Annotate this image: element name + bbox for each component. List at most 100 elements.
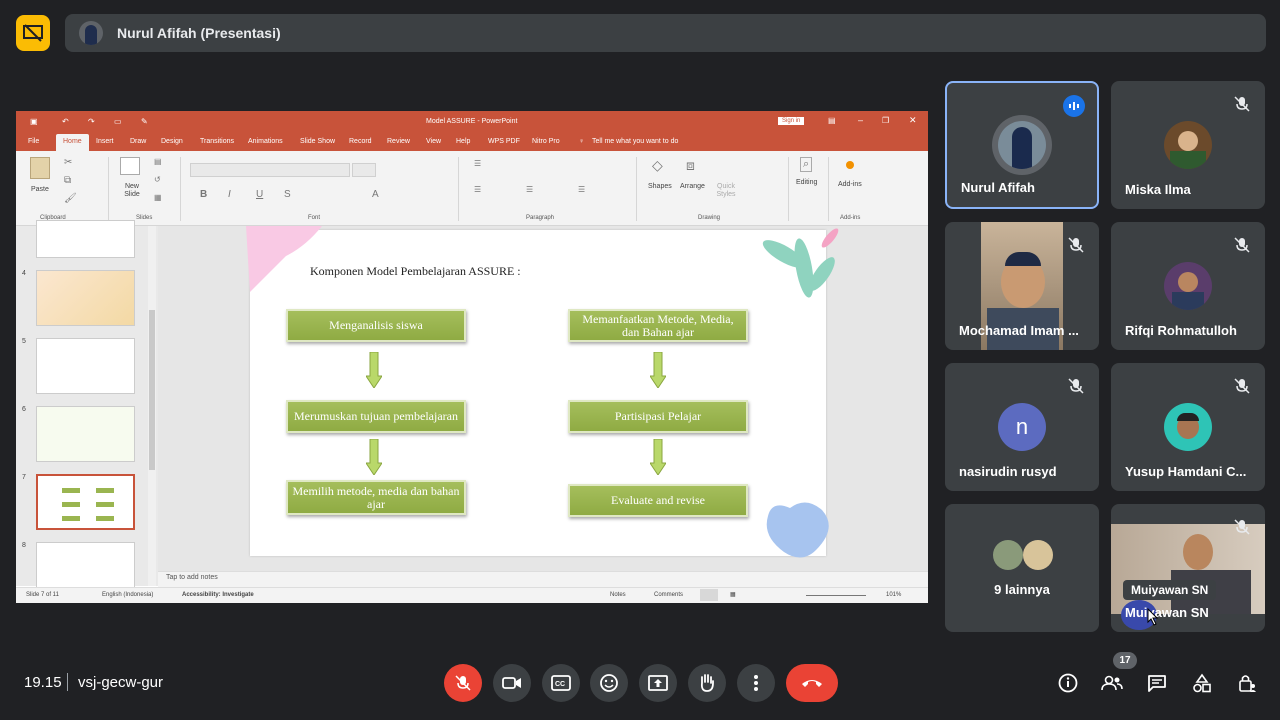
host-controls-button[interactable] [1234, 670, 1260, 696]
copy-icon[interactable]: ⧉ [64, 175, 71, 186]
quick-styles-label[interactable]: Quick Styles [716, 183, 736, 199]
slide-thumb-6[interactable] [36, 406, 135, 462]
undo-icon[interactable]: ↶ [62, 117, 69, 126]
bullets-icon[interactable]: ☰ [474, 159, 481, 168]
more-options-button[interactable] [737, 664, 775, 702]
new-slide-label[interactable]: New Slide [120, 183, 144, 199]
tab-draw[interactable]: Draw [130, 138, 146, 145]
arrange-icon[interactable]: ⧈ [686, 157, 695, 174]
participant-tile[interactable]: Rifqi Rohmatulloh [1111, 222, 1265, 350]
restore-icon[interactable]: ❐ [882, 116, 889, 125]
thumb-scrollbar[interactable] [148, 226, 156, 586]
font-name-box[interactable] [190, 163, 350, 177]
sorter-view-icon[interactable]: ▦ [730, 591, 736, 598]
cut-icon[interactable]: ✂ [64, 157, 72, 168]
present-now-button[interactable] [639, 664, 677, 702]
tab-insert[interactable]: Insert [96, 138, 114, 145]
present-screen-icon [648, 675, 668, 691]
participant-tile[interactable]: Miska Ilma [1111, 81, 1265, 209]
divider [67, 673, 68, 691]
comments-toggle[interactable]: Comments [654, 592, 683, 598]
tab-home[interactable]: Home [56, 134, 89, 151]
people-button[interactable] [1099, 670, 1125, 696]
layout-icon[interactable]: ▤ [154, 157, 162, 166]
participant-tile[interactable]: n nasirudin rusyd [945, 363, 1099, 491]
mic-off-icon [1234, 237, 1250, 253]
tab-file[interactable]: File [28, 138, 39, 145]
tab-transitions[interactable]: Transitions [200, 138, 234, 145]
underline-icon[interactable]: U [256, 189, 263, 200]
current-slide[interactable]: Komponen Model Pembelajaran ASSURE : Men… [246, 226, 839, 558]
zoom-level[interactable]: 101% [886, 592, 901, 598]
format-painter-icon[interactable]: 🖌 [64, 193, 77, 204]
participant-tile[interactable]: Nurul Afifah [945, 81, 1099, 209]
close-icon[interactable]: ✕ [909, 115, 917, 126]
paste-label[interactable]: Paste [31, 186, 49, 193]
tab-review[interactable]: Review [387, 138, 410, 145]
mic-off-icon [1234, 96, 1250, 112]
reset-icon[interactable]: ↺ [154, 175, 161, 184]
slide-thumb-4[interactable] [36, 270, 135, 326]
others-tile[interactable]: 9 lainnya [945, 504, 1099, 632]
participant-name: Nurul Afifah [961, 180, 1035, 195]
notes-pane[interactable]: Tap to add notes [158, 571, 928, 587]
align-left-icon[interactable]: ☰ [474, 185, 481, 194]
zoom-slider[interactable] [806, 595, 866, 596]
minimize-icon[interactable]: – [858, 115, 863, 125]
reactions-button[interactable] [590, 664, 628, 702]
save-icon[interactable]: ▣ [30, 117, 38, 126]
tab-nitro-pro[interactable]: Nitro Pro [532, 138, 560, 145]
align-right-icon[interactable]: ☰ [578, 185, 585, 194]
paste-icon[interactable] [30, 157, 50, 179]
tab-view[interactable]: View [426, 138, 441, 145]
chat-button[interactable] [1144, 670, 1170, 696]
editing-label[interactable]: Editing [796, 179, 817, 186]
align-center-icon[interactable]: ☰ [526, 185, 533, 194]
new-slide-icon[interactable] [120, 157, 140, 175]
shadow-icon[interactable]: S [284, 189, 291, 200]
accessibility-status[interactable]: Accessibility: Investigate [182, 592, 254, 598]
find-icon[interactable]: ⌕ [800, 157, 813, 172]
addins-label[interactable]: Add-ins [838, 181, 862, 188]
tab-wps-pdf[interactable]: WPS PDF [488, 138, 520, 145]
activities-button[interactable] [1189, 670, 1215, 696]
speaking-indicator-icon [1063, 95, 1085, 117]
tab-slide-show[interactable]: Slide Show [300, 138, 335, 145]
mic-toggle-button[interactable] [444, 664, 482, 702]
notes-toggle[interactable]: Notes [610, 592, 626, 598]
slide-thumb-5[interactable] [36, 338, 135, 394]
shapes-icon[interactable]: ◇ [652, 157, 663, 174]
addins-icon[interactable] [846, 161, 854, 169]
tab-record[interactable]: Record [349, 138, 372, 145]
participant-tile[interactable]: Muiyawan SN Muiyawan SN [1111, 504, 1265, 632]
present-icon[interactable]: ▭ [114, 117, 122, 126]
normal-view-icon[interactable] [700, 589, 718, 601]
arrange-label[interactable]: Arrange [680, 183, 705, 190]
tab-design[interactable]: Design [161, 138, 183, 145]
end-call-icon [802, 680, 822, 687]
meeting-info-button[interactable] [1055, 670, 1081, 696]
language-status[interactable]: English (Indonesia) [102, 592, 153, 598]
participant-tile[interactable]: Yusup Hamdani C... [1111, 363, 1265, 491]
tab-help[interactable]: Help [456, 138, 470, 145]
pen-icon[interactable]: ✎ [141, 117, 148, 126]
raise-hand-button[interactable] [688, 664, 726, 702]
captions-button[interactable]: CC [542, 664, 580, 702]
bold-icon[interactable]: B [200, 189, 207, 200]
presenting-indicator-icon[interactable] [16, 15, 50, 51]
signin-button[interactable]: Sign in [778, 117, 805, 125]
ribbon-display-icon[interactable]: ▤ [828, 116, 836, 125]
participant-tile[interactable]: Mochamad Imam ... [945, 222, 1099, 350]
leave-call-button[interactable] [786, 664, 838, 702]
redo-icon[interactable]: ↷ [88, 117, 95, 126]
slide-thumb-7-selected[interactable] [36, 474, 135, 530]
tab-animations[interactable]: Animations [248, 138, 283, 145]
section-icon[interactable]: ▦ [154, 193, 162, 202]
shapes-label[interactable]: Shapes [648, 183, 672, 190]
tell-me-search[interactable]: Tell me what you want to do [592, 138, 678, 145]
font-size-box[interactable] [352, 163, 376, 177]
slide-thumb-3[interactable] [36, 220, 135, 258]
italic-icon[interactable]: I [228, 189, 231, 200]
font-color-icon[interactable]: A [372, 189, 379, 200]
camera-toggle-button[interactable] [493, 664, 531, 702]
